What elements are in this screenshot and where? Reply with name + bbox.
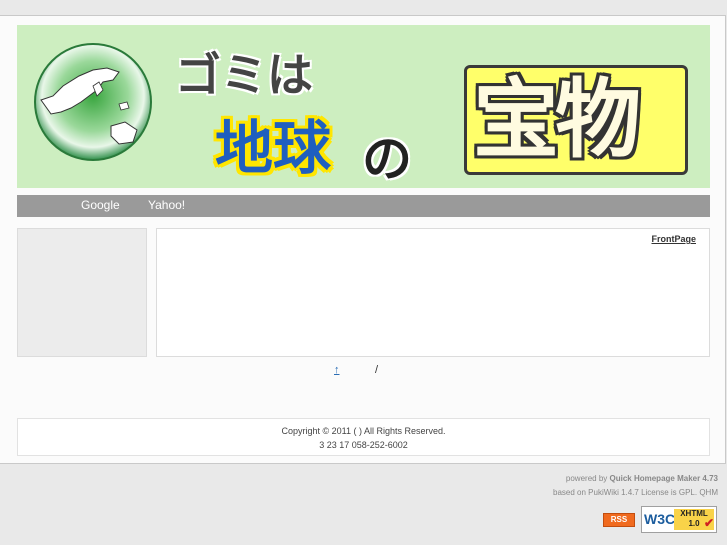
- sidebar-menu: [17, 228, 147, 357]
- page-container: ゴミは 地球 の 宝物 Google Yahoo! FrontPage Copy…: [0, 15, 726, 464]
- rss-feed-badge[interactable]: RSS: [603, 513, 635, 527]
- powered-by-info: powered by Quick Homepage Maker 4.73 bas…: [553, 472, 718, 500]
- w3c-logo-text: W3C: [644, 511, 676, 527]
- site-footer: Copyright © 2011 ( ) All Rights Reserved…: [17, 418, 710, 456]
- powered-by-app-link[interactable]: Quick Homepage Maker 4.73: [610, 474, 719, 483]
- earth-globe-icon: [34, 43, 152, 161]
- nav-link-google[interactable]: Google: [81, 198, 120, 212]
- check-mark-icon: ✔: [703, 516, 714, 530]
- site-header-banner[interactable]: ゴミは 地球 の 宝物: [17, 25, 710, 188]
- page-name-link[interactable]: FrontPage: [651, 234, 696, 244]
- header-takara-text: 宝物: [473, 70, 641, 170]
- license-text: based on PukiWiki 1.4.7 License is GPL. …: [553, 488, 718, 497]
- page-top-arrow-link[interactable]: ↑: [334, 364, 340, 376]
- toplinks-separator: /: [375, 364, 379, 376]
- header-gomi-text: ゴミは: [175, 48, 313, 102]
- nav-link-yahoo[interactable]: Yahoo!: [148, 198, 185, 212]
- navigation-bar: Google Yahoo!: [17, 195, 710, 217]
- header-no-text: の: [362, 130, 412, 188]
- page-top-links: ↑ /: [0, 364, 727, 378]
- w3c-xhtml-valid-badge[interactable]: W3C XHTML 1.0 ✔: [641, 506, 717, 533]
- header-takara-box: 宝物: [464, 65, 688, 175]
- address-text: 3 23 17 058-252-6002: [319, 440, 408, 450]
- copyright-text: Copyright © 2011 ( ) All Rights Reserved…: [281, 426, 446, 436]
- header-chikyu-text: 地球: [215, 114, 332, 182]
- main-content: FrontPage: [156, 228, 710, 357]
- xhtml-version: 1.0: [688, 519, 700, 528]
- powered-by-prefix: powered by: [565, 474, 610, 483]
